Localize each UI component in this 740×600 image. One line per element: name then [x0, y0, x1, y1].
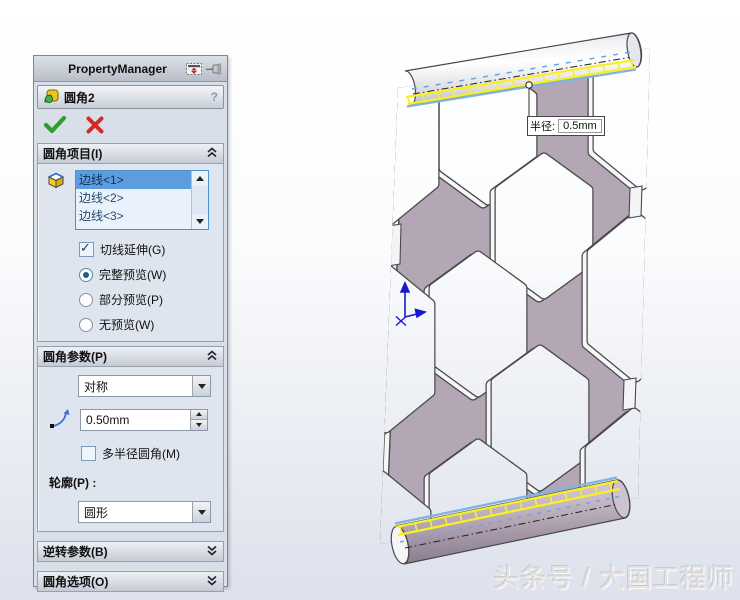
- tangent-propagation-label: 切线延伸(G): [100, 243, 166, 257]
- group-setback-parameters: 逆转参数(B): [37, 541, 224, 562]
- radius-callout-label: 半径:: [530, 121, 556, 133]
- no-preview-label: 无预览(W): [99, 318, 155, 332]
- full-preview-label: 完整预览(W): [99, 268, 167, 282]
- callout-handle[interactable]: [525, 81, 533, 89]
- edge-list-item[interactable]: 边线<1>: [76, 171, 193, 189]
- radius-spinner[interactable]: [190, 409, 207, 430]
- preview-none-row: 无预览(W): [79, 316, 220, 333]
- group-fillet-parameters: 圆角参数(P) 对称 0.50mm 多半径圆角(M) 轮廓(P): 圆形: [37, 346, 224, 532]
- radius-callout-value[interactable]: 0.5mm: [558, 119, 602, 133]
- radius-input[interactable]: 0.50mm: [80, 408, 208, 431]
- feature-name: 圆角2: [64, 90, 95, 105]
- panel-title: PropertyManager: [68, 61, 167, 76]
- no-preview-radio[interactable]: [79, 317, 93, 332]
- group-fillet-parameters-header[interactable]: 圆角参数(P): [38, 347, 223, 367]
- group-fillet-options-header[interactable]: 圆角选项(O): [38, 572, 223, 591]
- multi-radius-label: 多半径圆角(M): [102, 447, 180, 461]
- symmetry-dropdown[interactable]: 对称: [78, 375, 211, 397]
- partial-preview-label: 部分预览(P): [99, 293, 163, 307]
- solidworks-window: 半径: 0.5mm 头条号 / 大国工程师 PropertyManager 圆角…: [0, 0, 740, 600]
- group-fillet-items-header[interactable]: 圆角项目(I): [38, 144, 223, 164]
- tangent-propagation-row: 切线延伸(G): [79, 240, 220, 258]
- profile-label: 轮廓(P) :: [49, 476, 97, 490]
- group-header-label: 圆角项目(I): [43, 147, 103, 161]
- fillet-feature-icon: [43, 88, 59, 107]
- profile-dropdown[interactable]: 圆形: [78, 501, 211, 523]
- tangent-propagation-checkbox[interactable]: [79, 240, 94, 257]
- dropdown-arrow-icon[interactable]: [192, 376, 210, 396]
- group-fillet-items: 圆角项目(I) 边线<1> 边线<2> 边线<3> ✓ 切线延伸(G) 完整预览…: [37, 143, 224, 342]
- multi-radius-checkbox[interactable]: [81, 446, 96, 461]
- edge-selection-icon: [46, 170, 66, 193]
- spin-down-icon[interactable]: [191, 420, 207, 430]
- property-manager-title-bar: PropertyManager: [34, 56, 227, 82]
- radius-icon: [47, 406, 71, 433]
- property-manager-panel: PropertyManager 圆角2 ? 圆角项目(I) 边线<1> 边线<2…: [33, 55, 228, 592]
- radius-callout[interactable]: 半径: 0.5mm: [527, 116, 605, 136]
- chevron-up-icon[interactable]: [206, 349, 218, 364]
- selected-edges-listbox[interactable]: 边线<1> 边线<2> 边线<3>: [75, 170, 209, 230]
- preview-full-row: 完整预览(W): [79, 266, 220, 283]
- scroll-up-icon[interactable]: [192, 171, 208, 186]
- group-setback-header[interactable]: 逆转参数(B): [38, 542, 223, 561]
- watermark-text: 头条号 / 大国工程师: [493, 563, 734, 593]
- pin-icon[interactable]: [204, 61, 224, 77]
- edge-list-item[interactable]: 边线<2>: [76, 189, 193, 207]
- group-header-label: 圆角选项(O): [43, 575, 109, 589]
- listbox-scrollbar[interactable]: [191, 171, 208, 229]
- scroll-down-icon[interactable]: [192, 214, 208, 229]
- feature-header: 圆角2 ?: [37, 85, 224, 109]
- ok-button[interactable]: [43, 115, 67, 134]
- preview-partial-row: 部分预览(P): [79, 291, 220, 308]
- help-icon[interactable]: ?: [211, 90, 218, 104]
- spin-up-icon[interactable]: [191, 409, 207, 420]
- full-preview-radio[interactable]: [79, 267, 93, 282]
- confirm-row: [34, 109, 227, 139]
- radius-row: 0.50mm: [41, 406, 220, 433]
- chevron-down-icon[interactable]: [206, 575, 218, 589]
- edge-list-item[interactable]: 边线<3>: [76, 207, 193, 225]
- radius-input-value[interactable]: 0.50mm: [81, 413, 190, 427]
- cancel-button[interactable]: [85, 115, 105, 134]
- auto-collapse-icon[interactable]: [184, 61, 204, 77]
- group-fillet-options: 圆角选项(O): [37, 571, 224, 592]
- chevron-down-icon[interactable]: [206, 545, 218, 559]
- chevron-up-icon[interactable]: [206, 146, 218, 161]
- partial-preview-radio[interactable]: [79, 292, 93, 307]
- edge-selection-row: 边线<1> 边线<2> 边线<3>: [41, 170, 220, 230]
- symmetry-dropdown-value: 对称: [84, 379, 109, 394]
- group-header-label: 逆转参数(B): [43, 545, 108, 559]
- profile-dropdown-value: 圆形: [84, 505, 109, 520]
- dropdown-arrow-icon[interactable]: [192, 502, 210, 522]
- multi-radius-row: 多半径圆角(M): [81, 445, 220, 462]
- group-header-label: 圆角参数(P): [43, 350, 107, 364]
